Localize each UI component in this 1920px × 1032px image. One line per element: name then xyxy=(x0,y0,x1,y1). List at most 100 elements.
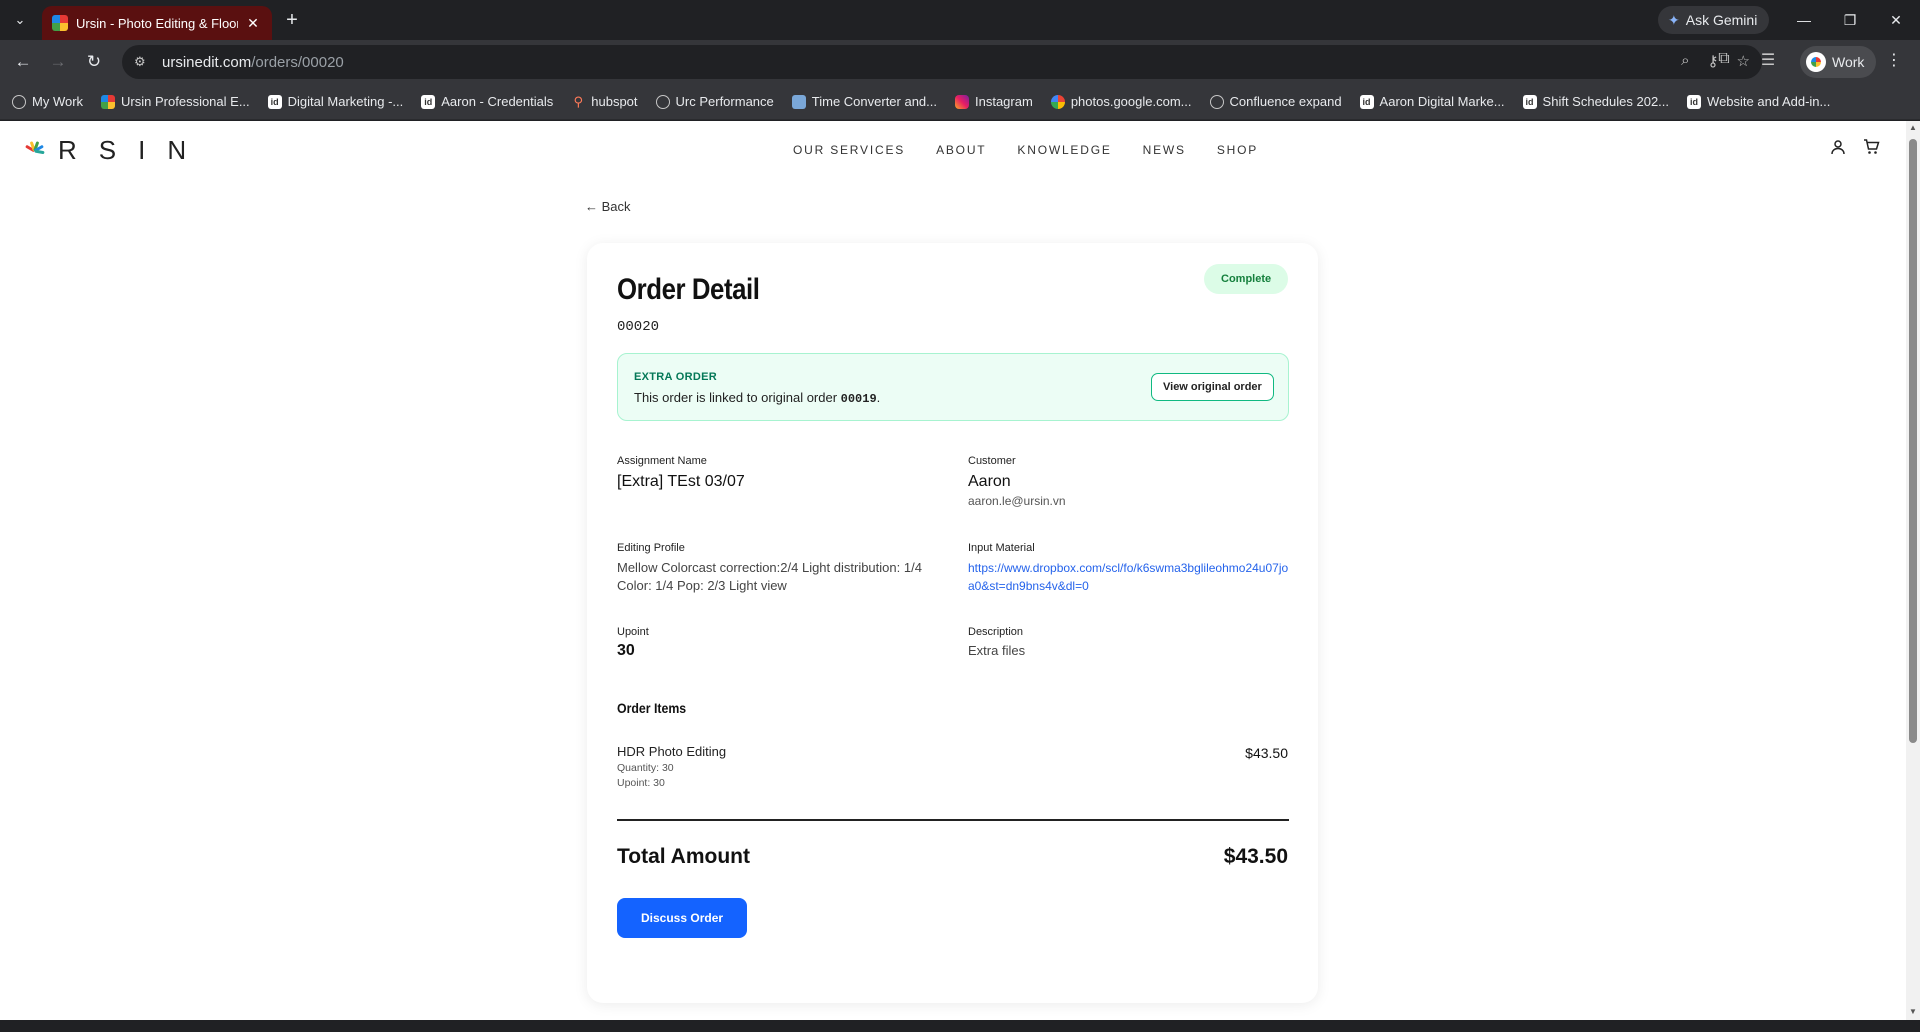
input-material-link[interactable]: https://www.dropbox.com/scl/fo/k6swma3bg… xyxy=(968,559,1293,595)
ursin-logo-mark-icon xyxy=(24,140,45,161)
profile-name: Work xyxy=(1832,54,1865,70)
item-name: HDR Photo Editing xyxy=(617,744,727,759)
upoint-label: Upoint xyxy=(617,626,649,638)
bookmark-item[interactable]: id Aaron Digital Marke... xyxy=(1359,94,1505,109)
description-label: Description xyxy=(968,626,1024,638)
profile-button[interactable]: Work xyxy=(1800,46,1877,78)
insta-icon xyxy=(955,94,969,109)
tab-search-list-icon[interactable]: ☰ xyxy=(1756,50,1780,70)
view-original-order-button[interactable]: View original order xyxy=(1151,373,1274,401)
nav-news[interactable]: NEWS xyxy=(1143,143,1186,157)
bookmark-label: Aaron Digital Marke... xyxy=(1379,94,1505,109)
doc-icon: id xyxy=(1522,94,1537,109)
ursin-logo[interactable]: RSIN xyxy=(24,135,208,166)
original-order-id: 00019 xyxy=(840,392,877,406)
page-viewport: RSIN OUR SERVICES ABOUT KNOWLEDGE NEWS S… xyxy=(0,121,1906,1020)
bookmark-item[interactable]: Instagram xyxy=(955,94,1033,109)
editing-profile-value: Mellow Colorcast correction:2/4 Light di… xyxy=(617,560,922,593)
hub-icon: ⚲ xyxy=(573,93,584,109)
gemini-sparkle-icon: ✦ xyxy=(1668,11,1680,28)
restore-icon[interactable]: ❐ xyxy=(1830,6,1870,34)
site-header: RSIN OUR SERVICES ABOUT KNOWLEDGE NEWS S… xyxy=(0,121,1906,177)
editing-profile-label: Editing Profile xyxy=(617,542,685,554)
extra-order-text: This order is linked to original order 0… xyxy=(634,390,881,406)
bookmark-label: photos.google.com... xyxy=(1070,94,1192,109)
url-text[interactable]: ursinedit.com/orders/00020 xyxy=(162,54,344,71)
bookmark-item[interactable]: id Digital Marketing -... xyxy=(267,94,404,109)
zoom-icon[interactable]: ⌕ xyxy=(1681,52,1689,70)
doc-icon: id xyxy=(421,94,436,109)
page-title: Order Detail xyxy=(617,273,760,306)
forward-arrow-icon[interactable]: → xyxy=(44,48,72,76)
globe-icon xyxy=(12,94,26,109)
doc-icon: id xyxy=(1359,94,1374,109)
status-badge: Complete xyxy=(1204,264,1289,294)
page-scrollbar[interactable]: ▲ ▼ xyxy=(1906,121,1920,1020)
extra-order-label: EXTRA ORDER xyxy=(634,371,717,383)
item-quantity: Quantity: 30 xyxy=(617,762,674,774)
nav-about[interactable]: ABOUT xyxy=(936,143,986,157)
total-amount-label: Total Amount xyxy=(617,845,750,868)
assignment-name-label: Assignment Name xyxy=(617,455,707,467)
ask-gemini-label: Ask Gemini xyxy=(1685,12,1758,28)
nav-shop[interactable]: SHOP xyxy=(1217,143,1258,157)
bottom-edge xyxy=(0,1020,1920,1032)
doc-icon: id xyxy=(267,94,282,109)
discuss-order-button[interactable]: Discuss Order xyxy=(617,898,748,938)
bookmark-item[interactable]: Time Converter and... xyxy=(791,94,937,109)
tab-search-icon[interactable]: ⌄ xyxy=(8,8,32,32)
scroll-up-icon[interactable]: ▲ xyxy=(1909,123,1917,132)
bookmark-item[interactable]: Urc Performance xyxy=(655,94,774,109)
bookmark-item[interactable]: ⚲ hubspot xyxy=(571,93,638,110)
order-id: 00020 xyxy=(617,319,660,335)
bookmark-label: Urc Performance xyxy=(675,94,774,109)
account-user-icon[interactable] xyxy=(1828,139,1848,160)
minimize-icon[interactable]: — xyxy=(1784,6,1824,34)
tab-bar: ⌄ Ursin - Photo Editing & Floor Pl ✕ + ✦… xyxy=(0,0,1920,40)
cart-icon[interactable] xyxy=(1861,139,1881,160)
scrollbar-thumb[interactable] xyxy=(1909,139,1917,743)
order-detail-card: Order Detail 00020 Complete EXTRA ORDER … xyxy=(587,243,1318,1003)
bookmark-item[interactable]: id Aaron - Credentials xyxy=(421,94,553,109)
address-bar[interactable]: ⚙ ursinedit.com/orders/00020 ⌕ ⚷ ☆ xyxy=(122,45,1762,79)
nav-our-services[interactable]: OUR SERVICES xyxy=(793,143,905,157)
bookmark-item[interactable]: id Shift Schedules 202... xyxy=(1522,94,1669,109)
bookmark-label: hubspot xyxy=(591,94,638,109)
input-material-label: Input Material xyxy=(968,542,1035,554)
bookmark-label: Time Converter and... xyxy=(811,94,937,109)
bookmark-label: Confluence expand xyxy=(1229,94,1342,109)
bookmark-item[interactable]: id Website and Add-in... xyxy=(1687,94,1830,109)
time-icon xyxy=(791,94,806,109)
logo-text: RSIN xyxy=(58,135,209,165)
total-divider xyxy=(617,819,1289,821)
customer-email: aaron.le@ursin.vn xyxy=(968,494,1066,508)
browser-menu-icon[interactable]: ⋮ xyxy=(1886,50,1902,70)
back-arrow-icon[interactable]: ← xyxy=(9,48,37,76)
assignment-name-value: [Extra] TEst 03/07 xyxy=(617,473,745,490)
profile-avatar-icon xyxy=(1806,52,1826,72)
bookmark-item[interactable]: Confluence expand xyxy=(1209,94,1342,109)
bookmark-label: My Work xyxy=(32,94,84,109)
globe-icon xyxy=(1209,94,1224,109)
site-info-icon[interactable]: ⚙ xyxy=(134,54,154,70)
ursin-favicon-icon xyxy=(52,15,68,31)
active-tab[interactable]: Ursin - Photo Editing & Floor Pl ✕ xyxy=(42,6,272,40)
reload-icon[interactable]: ↻ xyxy=(80,48,108,76)
bookmark-item[interactable]: Ursin Professional E... xyxy=(101,94,250,109)
bookmark-star-icon[interactable]: ☆ xyxy=(1737,52,1750,70)
scroll-down-icon[interactable]: ▼ xyxy=(1909,1007,1917,1016)
bookmark-label: Ursin Professional E... xyxy=(121,94,250,109)
bookmark-item[interactable]: My Work xyxy=(12,94,83,109)
extensions-icon[interactable]: ⧉ xyxy=(1712,50,1736,68)
back-link[interactable]: ← Back xyxy=(585,199,631,214)
tab-close-icon[interactable]: ✕ xyxy=(244,15,262,32)
bookmark-item[interactable]: photos.google.com... xyxy=(1050,94,1192,109)
bookmark-label: Digital Marketing -... xyxy=(287,94,404,109)
nav-knowledge[interactable]: KNOWLEDGE xyxy=(1017,143,1111,157)
ask-gemini-button[interactable]: ✦ Ask Gemini xyxy=(1658,6,1770,34)
bookmark-label: Website and Add-in... xyxy=(1707,94,1831,109)
globe-icon xyxy=(655,94,670,109)
photos-icon xyxy=(1050,94,1065,109)
new-tab-icon[interactable]: + xyxy=(280,8,304,32)
window-close-icon[interactable]: ✕ xyxy=(1876,6,1916,34)
